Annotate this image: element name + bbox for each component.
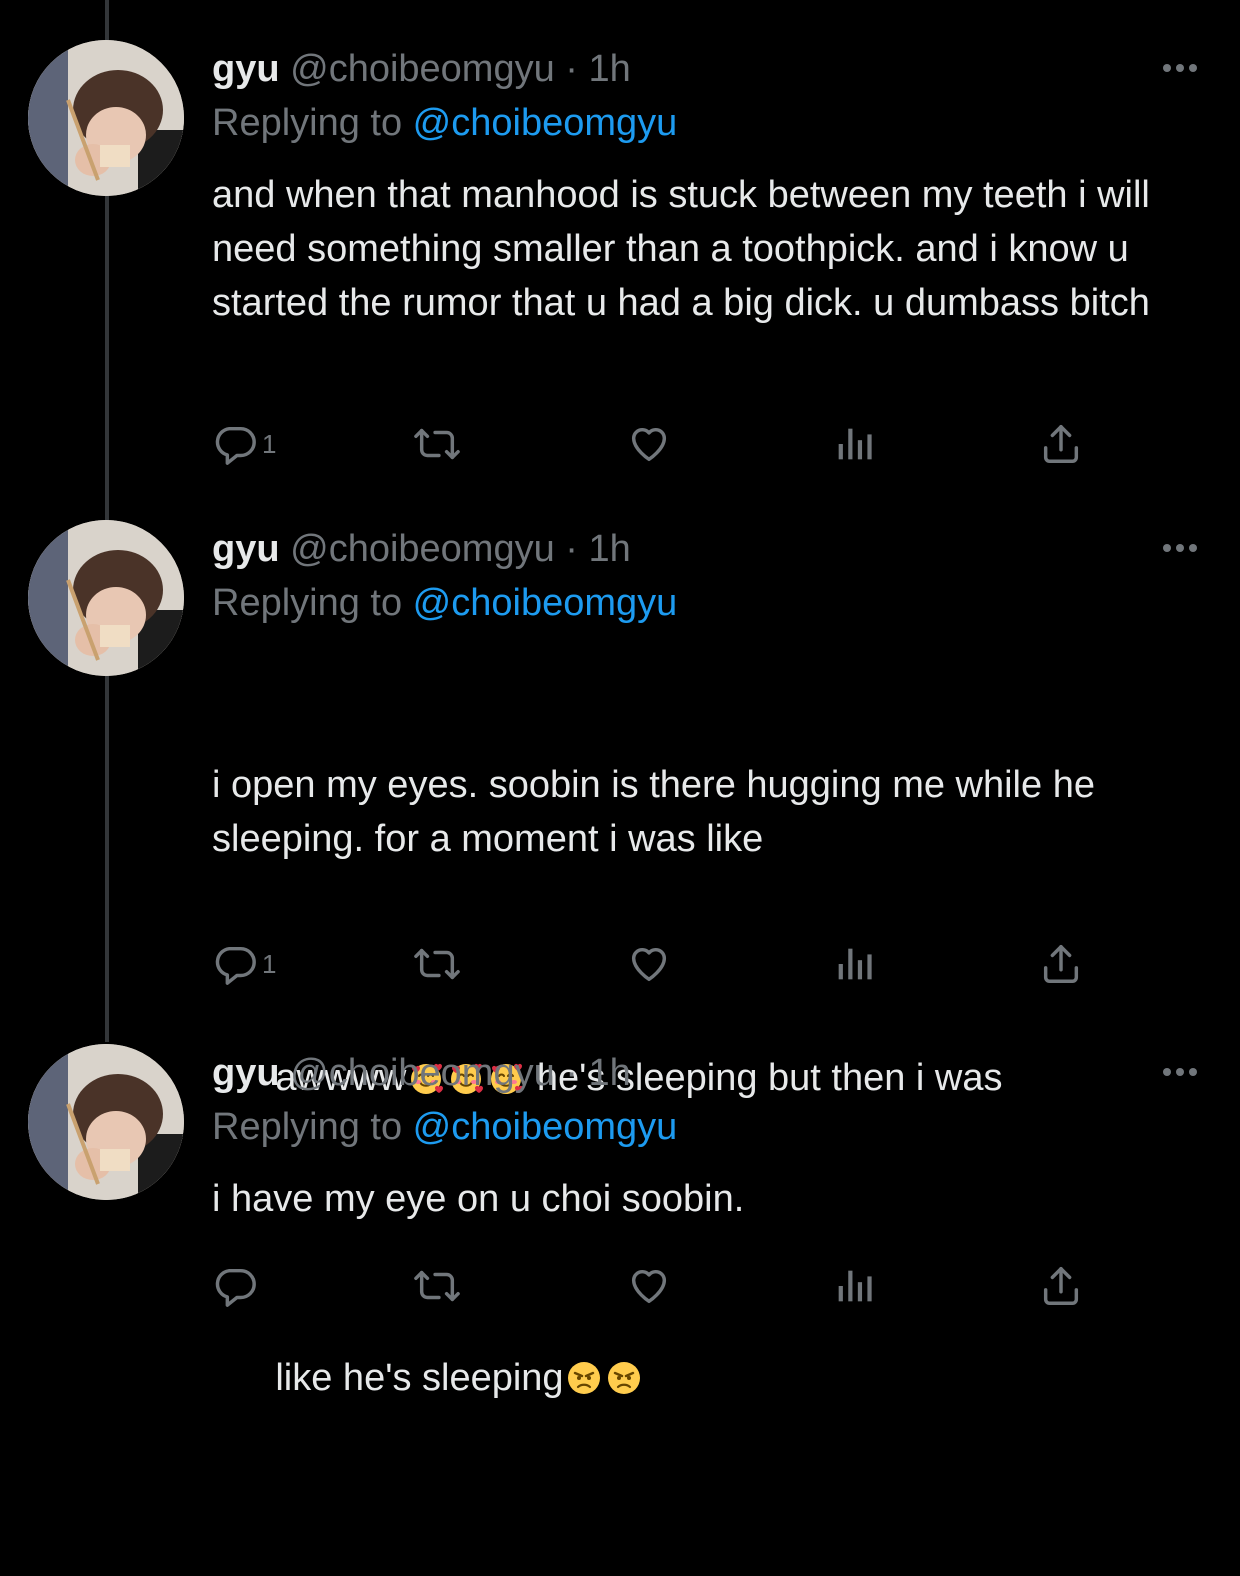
tweet-text: and when that manhood is stuck between m… [212,174,1161,324]
tweet-text: i have my eye on u choi soobin. [212,1178,745,1220]
more-icon[interactable] [1160,538,1200,558]
reply-icon [212,1263,258,1309]
share-icon [1038,1263,1084,1309]
timestamp[interactable]: 1h [589,48,631,90]
angry-face-emoji [566,1354,602,1394]
reply-count: 1 [262,948,277,979]
avatar[interactable] [28,520,184,676]
user-handle[interactable]: @choibeomgyu [290,528,555,570]
separator: · [565,528,578,570]
tweet-header: gyu @choibeomgyu · 1h [212,1050,631,1096]
share-icon [1038,421,1084,467]
replying-to: Replying to @choibeomgyu [212,100,677,146]
timestamp[interactable]: 1h [589,528,631,570]
retweet-icon [410,941,464,987]
retweet-button[interactable] [410,940,464,988]
tweet-header: gyu @choibeomgyu · 1h [212,526,631,572]
separator: · [565,1052,578,1094]
views-button[interactable] [834,940,874,988]
replying-prefix: Replying to [212,582,413,624]
like-icon [626,941,672,987]
more-icon[interactable] [1160,1062,1200,1082]
reply-button[interactable]: 1 [212,940,276,988]
angry-face-emoji [606,1354,642,1394]
views-button[interactable] [834,420,874,468]
views-icon [834,941,874,987]
like-button[interactable] [626,940,672,988]
reply-icon [212,421,258,467]
like-button[interactable] [626,1262,672,1310]
action-bar: 1 [212,420,1112,468]
share-icon [1038,941,1084,987]
retweet-icon [410,421,464,467]
reply-button[interactable]: 1 [212,420,276,468]
tweet-header: gyu @choibeomgyu · 1h [212,46,631,92]
display-name[interactable]: gyu [212,528,280,570]
like-button[interactable] [626,420,672,468]
replying-to: Replying to @choibeomgyu [212,580,677,626]
more-icon[interactable] [1160,58,1200,78]
replying-prefix: Replying to [212,1106,413,1148]
views-icon [834,421,874,467]
share-button[interactable] [1038,420,1084,468]
tweet-text-line: i open my eyes. soobin is there hugging … [212,764,1106,860]
display-name[interactable]: gyu [212,1052,280,1094]
reply-count: 1 [262,428,277,459]
views-button[interactable] [834,1262,874,1310]
replying-mention[interactable]: @choibeomgyu [413,1106,678,1148]
replying-to: Replying to @choibeomgyu [212,1104,677,1150]
retweet-icon [410,1263,464,1309]
timestamp[interactable]: 1h [589,1052,631,1094]
user-handle[interactable]: @choibeomgyu [290,1052,555,1094]
views-icon [834,1263,874,1309]
thread-line-top [105,0,109,40]
share-button[interactable] [1038,1262,1084,1310]
tweet[interactable]: gyu @choibeomgyu · 1h Replying to @choib… [0,520,1240,1399]
user-handle[interactable]: @choibeomgyu [290,48,555,90]
tweet-text-segment: like he's sleeping [275,1357,564,1399]
replying-mention[interactable]: @choibeomgyu [413,102,678,144]
tweet[interactable]: gyu @choibeomgyu · 1h Replying to @choib… [0,40,1240,520]
like-icon [626,1263,672,1309]
tweet[interactable]: gyu @choibeomgyu · 1h Replying to @choib… [0,1044,1240,1334]
display-name[interactable]: gyu [212,48,280,90]
share-button[interactable] [1038,940,1084,988]
action-bar: 1 [212,940,1112,988]
replying-mention[interactable]: @choibeomgyu [413,582,678,624]
like-icon [626,421,672,467]
avatar[interactable] [28,1044,184,1200]
reply-button[interactable] [212,1262,258,1310]
avatar[interactable] [28,40,184,196]
separator: · [565,48,578,90]
retweet-button[interactable] [410,1262,464,1310]
retweet-button[interactable] [410,420,464,468]
action-bar [212,1262,1112,1310]
replying-prefix: Replying to [212,102,413,144]
reply-icon [212,941,258,987]
